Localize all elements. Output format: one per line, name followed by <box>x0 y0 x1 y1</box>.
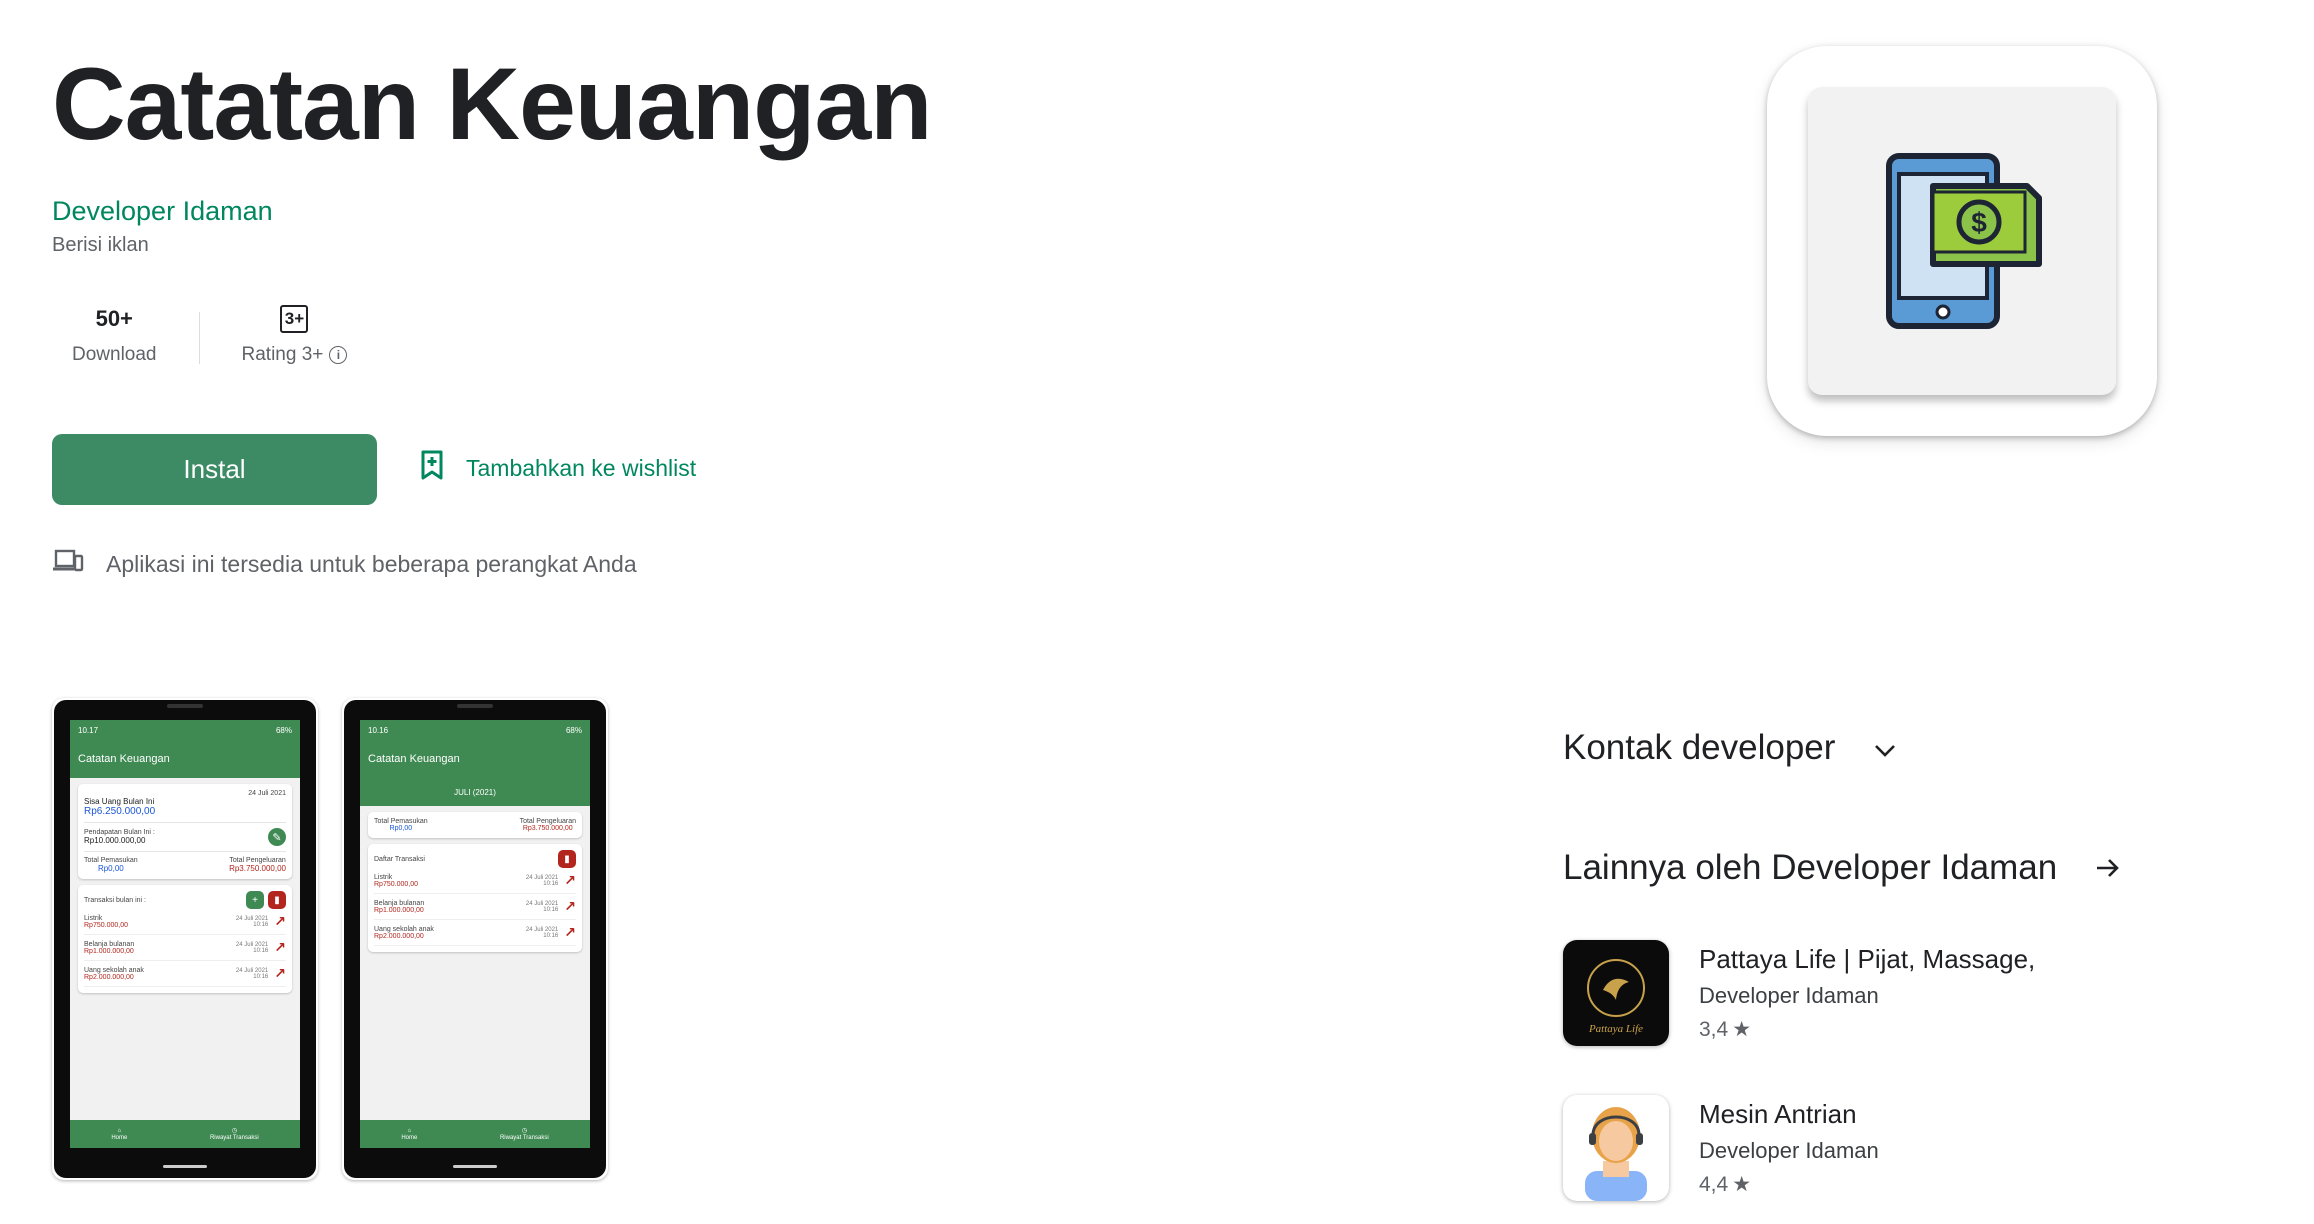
status-battery: 68% <box>565 725 582 735</box>
downloads-value: 50+ <box>95 306 133 331</box>
transaction-row: Belanja bulanan Rp1.000.000,00 24 Juli 20… <box>374 894 576 920</box>
month-label: JULI (2021) <box>360 778 590 806</box>
status-time: 10.17 <box>78 725 99 735</box>
ads-note: Berisi iklan <box>52 234 149 256</box>
home-icon: ⌂ <box>117 1127 122 1134</box>
app-title: Catatan Keuangan <box>52 47 932 161</box>
transaction-row: Uang sekolah anak Rp2.000.000,00 24 Juli … <box>84 961 286 987</box>
screenshot-1[interactable]: 10.17 68% Catatan Keuangan 24 Juli 2021 … <box>52 698 318 1180</box>
stat-divider <box>198 312 200 364</box>
device-availability: Aplikasi ini tersedia untuk beberapa per… <box>52 548 637 580</box>
history-icon: ◷ <box>521 1128 527 1134</box>
arrow-up-icon: ↗ <box>274 939 286 955</box>
delete-icon: ▮ <box>268 891 286 909</box>
related-app-item[interactable]: Pattaya Life Pattaya Life | Pijat, Massa… <box>1563 940 2035 1046</box>
stats-row: 50+ Download 3+ Rating 3+ i <box>52 300 367 366</box>
status-battery: 68% <box>275 725 292 735</box>
contact-developer-toggle[interactable]: Kontak developer <box>1563 728 1897 768</box>
developer-link[interactable]: Developer Idaman <box>52 196 273 227</box>
app-bar: Catatan Keuangan <box>70 740 300 778</box>
screenshot-gallery[interactable]: 10.17 68% Catatan Keuangan 24 Juli 2021 … <box>52 698 608 1180</box>
add-icon: + <box>246 891 264 909</box>
downloads-stat: 50+ Download <box>52 300 177 366</box>
info-icon[interactable]: i <box>329 346 348 364</box>
related-app-rating: 3,4 <box>1699 1017 1729 1041</box>
related-app-rating: 4,4 <box>1699 1172 1729 1196</box>
devices-icon <box>52 548 84 580</box>
pattaya-life-icon: Pattaya Life <box>1563 940 1669 1046</box>
bookmark-add-icon <box>420 450 444 486</box>
edit-icon: ✎ <box>268 828 286 846</box>
install-button[interactable]: Instal <box>52 434 377 505</box>
rating-label: Rating 3+ <box>241 344 324 365</box>
transaction-row: Uang sekolah anak Rp2.000.000,00 24 Juli … <box>374 920 576 946</box>
screenshot-2[interactable]: 10.16 68% Catatan Keuangan JULI (2021) T… <box>342 698 608 1180</box>
phone-money-icon: $ <box>1877 146 2047 336</box>
more-by-developer-label: Lainnya oleh Developer Idaman <box>1563 848 2058 887</box>
related-app-item[interactable]: Mesin Antrian Developer Idaman 4,4 ★ <box>1563 1095 1879 1201</box>
transaction-row: Belanja bulanan Rp1.000.000,00 24 Juli 20… <box>84 935 286 961</box>
home-icon: ⌂ <box>407 1127 412 1134</box>
history-icon: ◷ <box>231 1128 237 1134</box>
chevron-down-icon <box>1873 728 1897 768</box>
arrow-up-icon: ↗ <box>274 965 286 981</box>
pattaya-life-logo-text: Pattaya Life <box>1588 1023 1643 1035</box>
content-rating-badge: 3+ <box>280 305 309 333</box>
arrow-up-icon: ↗ <box>564 924 576 940</box>
availability-text: Aplikasi ini tersedia untuk beberapa per… <box>106 550 637 577</box>
svg-text:$: $ <box>1971 207 1987 238</box>
arrow-up-icon: ↗ <box>564 898 576 914</box>
mesin-antrian-icon <box>1563 1095 1669 1201</box>
wishlist-button[interactable]: Tambahkan ke wishlist <box>420 450 696 486</box>
star-icon: ★ <box>1732 1173 1752 1196</box>
bottom-nav: ⌂ Home ◷ Riwayat Transaksi <box>70 1120 300 1148</box>
arrow-up-icon: ↗ <box>274 913 286 929</box>
related-app-title: Pattaya Life | Pijat, Massage, <box>1699 944 2036 974</box>
contact-developer-label: Kontak developer <box>1563 728 1836 767</box>
app-bar: Catatan Keuangan <box>360 740 590 778</box>
more-by-developer-link[interactable]: Lainnya oleh Developer Idaman <box>1563 848 2121 888</box>
transaction-row: Listrik Rp750.000,00 24 Juli 2021 10:16 ↗ <box>84 909 286 935</box>
related-app-developer: Developer Idaman <box>1699 983 1879 1008</box>
status-time: 10.16 <box>368 725 389 735</box>
star-icon: ★ <box>1732 1018 1752 1041</box>
delete-icon: ▮ <box>558 850 576 868</box>
rating-stat: 3+ Rating 3+ i <box>222 300 368 366</box>
transaction-row: Listrik Rp750.000,00 24 Juli 2021 10:16 ↗ <box>374 868 576 894</box>
downloads-label: Download <box>72 344 157 365</box>
arrow-up-icon: ↗ <box>564 872 576 888</box>
wishlist-label: Tambahkan ke wishlist <box>466 454 697 481</box>
related-app-developer: Developer Idaman <box>1699 1138 1879 1163</box>
bottom-nav: ⌂ Home ◷ Riwayat Transaksi <box>360 1120 590 1148</box>
arrow-right-icon <box>2095 848 2121 888</box>
app-icon: $ <box>1767 46 2157 436</box>
related-app-title: Mesin Antrian <box>1699 1099 1857 1129</box>
